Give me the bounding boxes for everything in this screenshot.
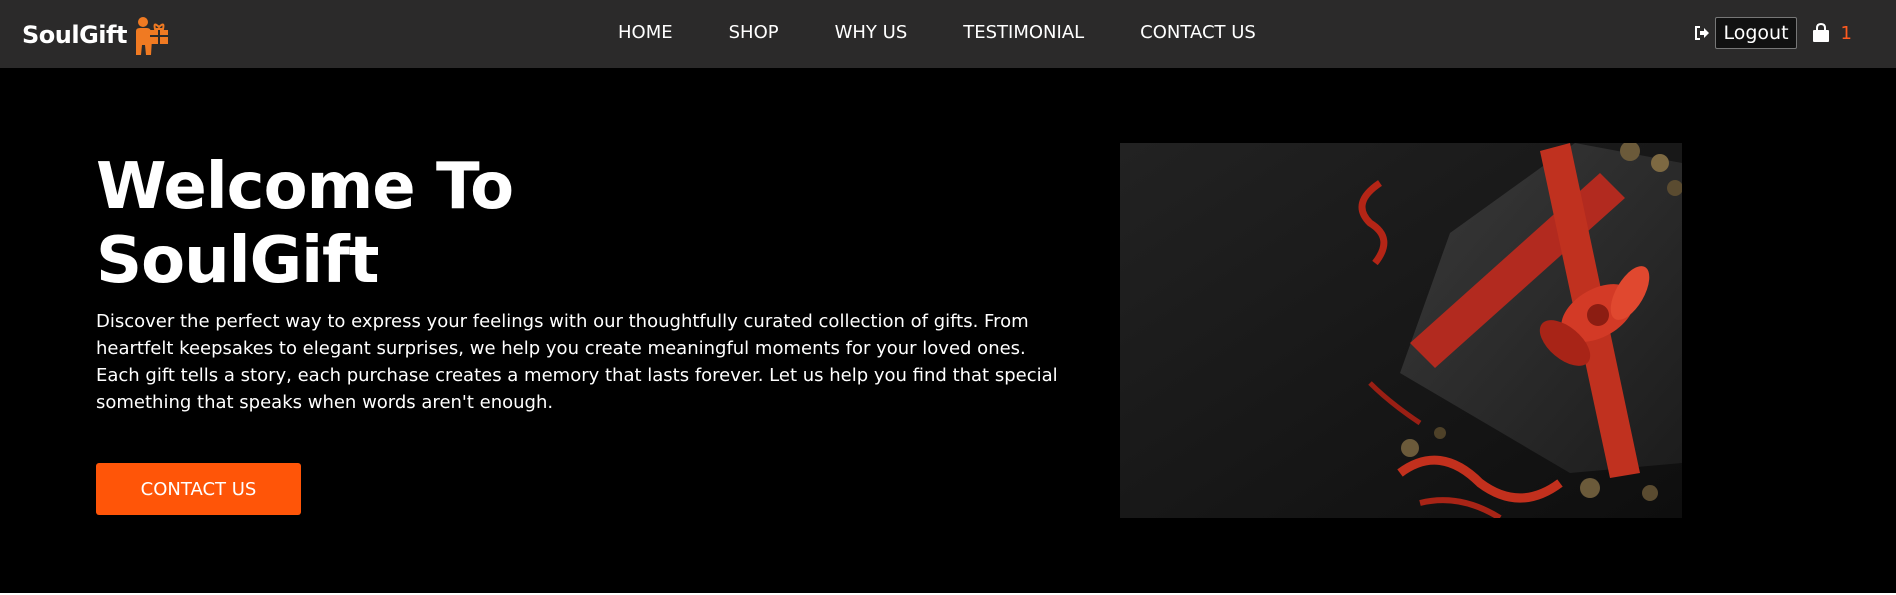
nav-contact-us[interactable]: CONTACT US bbox=[1140, 22, 1256, 43]
person-gift-logo-icon bbox=[135, 17, 168, 55]
shopping-bag-icon[interactable] bbox=[1811, 23, 1831, 43]
hero-section: Welcome To SoulGift Discover the perfect… bbox=[0, 68, 1896, 593]
hero-title: Welcome To SoulGift bbox=[96, 150, 514, 298]
top-navbar: SoulGift HOME SHOP WHY US TESTIMONIAL CO… bbox=[0, 0, 1896, 68]
contact-us-button[interactable]: CONTACT US bbox=[96, 463, 301, 515]
account-area: Logout 1 bbox=[1693, 17, 1852, 49]
brand-name: SoulGift bbox=[22, 21, 127, 49]
nav-testimonial[interactable]: TESTIMONIAL bbox=[963, 22, 1084, 43]
gift-box-photo bbox=[1120, 143, 1682, 518]
nav-why-us[interactable]: WHY US bbox=[835, 22, 908, 43]
sign-out-icon bbox=[1695, 26, 1710, 40]
cart-count-badge[interactable]: 1 bbox=[1841, 23, 1852, 44]
hero-description: Discover the perfect way to express your… bbox=[96, 311, 1058, 413]
nav-shop[interactable]: SHOP bbox=[729, 22, 779, 43]
nav-home[interactable]: HOME bbox=[618, 22, 673, 43]
main-nav: HOME SHOP WHY US TESTIMONIAL CONTACT US bbox=[618, 22, 1312, 43]
brand[interactable]: SoulGift bbox=[22, 13, 173, 57]
gift-box-illustration-icon bbox=[1120, 143, 1682, 518]
logout-button[interactable]: Logout bbox=[1715, 17, 1797, 49]
